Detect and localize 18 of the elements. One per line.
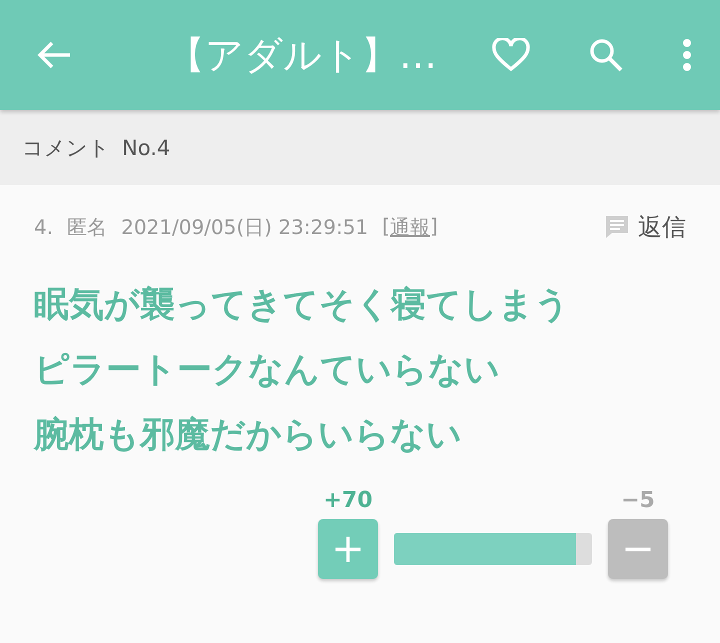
reply-button[interactable]: 返信 <box>604 211 686 243</box>
comment-line: 眠気が襲ってきてそく寝てしまう <box>34 284 570 327</box>
timestamp: 2021/09/05(日) 23:29:51 <box>121 214 368 240</box>
comment-index: 4. <box>34 215 54 239</box>
plus-button[interactable]: + <box>318 519 378 579</box>
author-name: 匿名 <box>67 214 108 240</box>
comment-line: ピラートークなんていらない <box>34 349 500 392</box>
section-label: コメント <box>22 134 110 162</box>
bracket: [ <box>382 214 390 240</box>
bracket: ] <box>430 214 438 240</box>
minus-button[interactable]: − <box>608 519 668 579</box>
comment-icon <box>604 214 630 240</box>
report-link[interactable]: 通報 <box>390 214 430 240</box>
comment-line: 腕枕も邪魔だからいらない <box>34 414 462 457</box>
minus-count: −5 <box>621 488 655 513</box>
comment-number: No.4 <box>122 136 170 160</box>
app-bar-title: 【アダルト】… <box>166 32 438 78</box>
plus-count: +70 <box>323 488 373 513</box>
